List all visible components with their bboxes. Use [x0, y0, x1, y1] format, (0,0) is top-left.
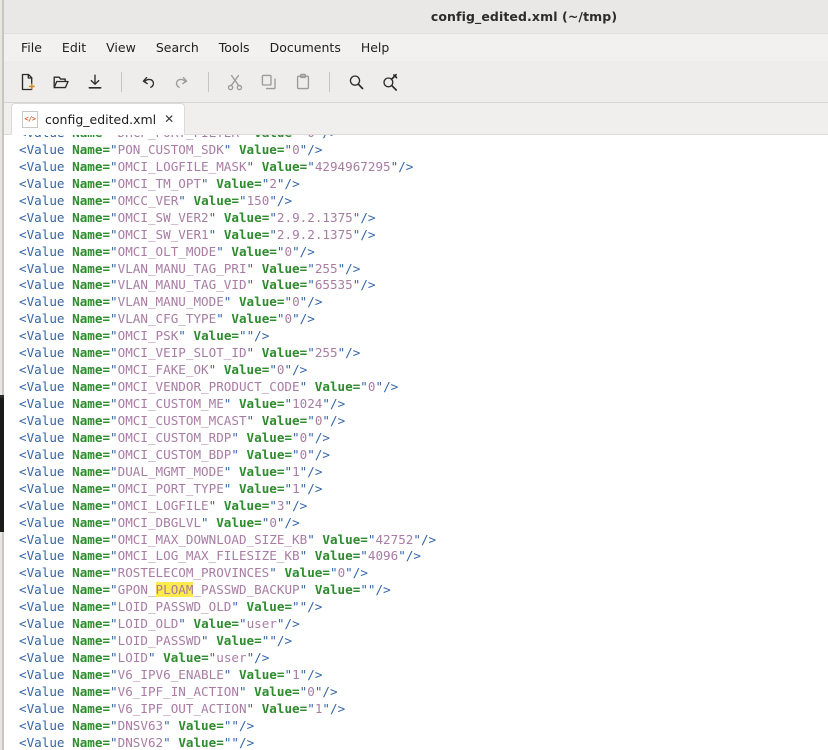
open-folder-button[interactable]: [44, 66, 78, 98]
menu-file[interactable]: File: [11, 37, 52, 59]
code-line: <Value Name="OMCI_MAX_DOWNLOAD_SIZE_KB" …: [19, 531, 437, 547]
paste-icon: [293, 72, 313, 92]
code-line: <Value Name="LOID_PASSWD" Value=""/>: [19, 633, 293, 649]
undo-icon: [138, 72, 158, 92]
window-title: config_edited.xml (~/tmp): [430, 9, 618, 24]
search-match-highlight: PLOAM: [155, 582, 194, 598]
code-line: <Value Name="OMCI_LOGFILE" Value="3"/>: [19, 497, 308, 513]
toolbar-separator: [329, 71, 330, 92]
code-line: <Value Name="ROSTELECOM_PROVINCES" Value…: [19, 565, 368, 581]
code-line: <Value Name="V6_IPF_OUT_ACTION" Value="1…: [19, 700, 346, 716]
menu-documents[interactable]: Documents: [260, 37, 351, 59]
code-line: <Value Name="LOID" Value="user"/>: [19, 650, 270, 666]
toolbar-separator: [208, 71, 209, 92]
code-line: <Value Name="OMCI_CUSTOM_MCAST" Value="0…: [19, 412, 346, 428]
code-line: <Value Name="DHCP_PORT_FILTER" Value="0"…: [19, 135, 828, 142]
redo-icon: [172, 72, 192, 92]
menu-help[interactable]: Help: [351, 37, 400, 59]
code-line: <Value Name="VLAN_MANU_TAG_PRI" Value="2…: [19, 260, 361, 276]
code-line: <Value Name="LOID_OLD" Value="user"/>: [19, 616, 300, 632]
open-folder-icon: [51, 72, 71, 92]
code-line: <Value Name="OMCI_SW_VER2" Value="2.9.2.…: [19, 209, 376, 225]
code-line: <Value Name="OMCI_PSK" Value=""/>: [19, 328, 270, 344]
code-line: <Value Name="OMCI_FAKE_OK" Value="0"/>: [19, 362, 308, 378]
cut-button: [218, 66, 252, 98]
menu-search[interactable]: Search: [146, 37, 209, 59]
new-document-button[interactable]: [10, 66, 44, 98]
copy-icon: [259, 72, 279, 92]
code-line: <Value Name="VLAN_MANU_TAG_VID" Value="6…: [19, 277, 376, 293]
paste-button: [286, 66, 320, 98]
new-document-icon: [17, 72, 37, 92]
menu-tools[interactable]: Tools: [209, 37, 260, 59]
code-line: <Value Name="OMCI_DBGLVL" Value="0"/>: [19, 514, 300, 530]
code-line: <Value Name="V6_IPF_IN_ACTION" Value="0"…: [19, 683, 338, 699]
undo-button[interactable]: [131, 66, 165, 98]
toolbar: [0, 61, 828, 103]
code-line: <Value Name="OMCI_CUSTOM_ME" Value="1024…: [19, 396, 346, 411]
code-line: <Value Name="OMCI_VENDOR_PRODUCT_CODE" V…: [19, 379, 399, 395]
find-replace-button[interactable]: [373, 66, 407, 98]
code-line: <Value Name="OMCI_SW_VER1" Value="2.9.2.…: [19, 226, 376, 242]
code-line: <Value Name="OMCI_CUSTOM_BDP" Value="0"/…: [19, 446, 330, 462]
code-line: <Value Name="PON_CUSTOM_SDK" Value="0"/>: [19, 141, 323, 157]
titlebar: config_edited.xml (~/tmp): [0, 0, 828, 34]
cut-icon: [225, 72, 245, 92]
code-line: <Value Name="GPON_PLOAM_PASSWD_BACKUP" V…: [19, 582, 391, 598]
menu-edit[interactable]: Edit: [52, 37, 96, 59]
menubar: File Edit View Search Tools Documents Help: [0, 34, 828, 61]
code-line: <Value Name="DUAL_MGMT_MODE" Value="1"/>: [19, 463, 323, 479]
code-line: <Value Name="LOID_PASSWD_OLD" Value=""/>: [19, 599, 323, 615]
toolbar-separator: [121, 71, 122, 92]
search-button[interactable]: [339, 66, 373, 98]
code-line: <Value Name="VLAN_CFG_TYPE" Value="0"/>: [19, 311, 315, 327]
text-editor-area[interactable]: <Value Name="DHCP_PORT_FILTER" Value="0"…: [0, 135, 828, 750]
code-line: <Value Name="V6_IPV6_ENABLE" Value="1"/>: [19, 667, 323, 682]
code-line: <Value Name="OMCI_OLT_MODE" Value="0"/>: [19, 243, 315, 259]
code-line: <Value Name="OMCI_CUSTOM_RDP" Value="0"/…: [19, 429, 330, 445]
code-line: <Value Name="OMCI_TM_OPT" Value="2"/>: [19, 175, 300, 191]
code-line: <Value Name="VLAN_MANU_MODE" Value="0"/>: [19, 294, 323, 310]
code-line: <Value Name="DNSV62" Value=""/>: [19, 734, 255, 750]
close-icon[interactable]: ✕: [163, 113, 175, 125]
copy-button: [252, 66, 286, 98]
tab-label: config_edited.xml: [45, 111, 157, 127]
tab-config-edited-xml[interactable]: </> config_edited.xml ✕: [11, 103, 186, 135]
code-line: <Value Name="OMCI_PORT_TYPE" Value="1"/>: [19, 480, 323, 496]
xml-file-icon: </>: [22, 110, 38, 128]
save-icon: [85, 72, 105, 92]
menu-view[interactable]: View: [96, 37, 146, 59]
tabbar: </> config_edited.xml ✕: [0, 103, 828, 135]
save-button[interactable]: [78, 66, 112, 98]
code-line: <Value Name="DNSV63" Value=""/>: [19, 717, 255, 733]
code-line: <Value Name="OMCI_LOG_MAX_FILESIZE_KB" V…: [19, 548, 421, 564]
document-text[interactable]: <Value Name="DHCP_PORT_FILTER" Value="0"…: [19, 135, 828, 750]
find-replace-icon: [380, 72, 400, 92]
gedit-window: config_edited.xml (~/tmp) File Edit View Se…: [0, 0, 828, 750]
redo-button: [165, 66, 199, 98]
code-line: <Value Name="OMCI_VEIP_SLOT_ID" Value="2…: [19, 345, 361, 361]
code-line: <Value Name="OMCI_LOGFILE_MASK" Value="4…: [19, 158, 414, 174]
code-line: <Value Name="OMCC_VER" Value="150"/>: [19, 192, 293, 208]
search-icon: [346, 72, 366, 92]
